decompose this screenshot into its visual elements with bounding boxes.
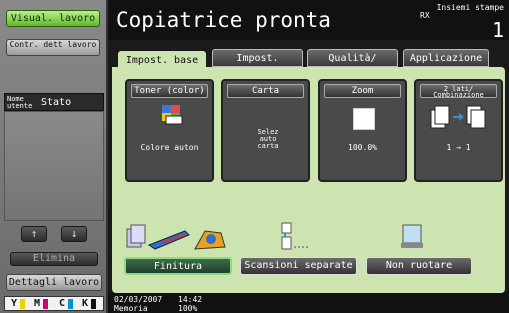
toner-m-label: M [34, 298, 41, 309]
card-title: Toner (color) [131, 84, 208, 98]
card-value: Selez auto carta [257, 128, 279, 150]
status-footer: 02/03/2007 14:42 Memoria 100% [108, 293, 509, 313]
dettagli-lavoro-button[interactable]: Dettagli lavoro [6, 274, 102, 291]
left-panel: Visual. lavoro Contr. dett lavoro Nome u… [0, 0, 108, 313]
finitura-button[interactable]: Finitura [124, 257, 232, 275]
job-list-header: Nome utente Stato [4, 93, 104, 111]
carta-card[interactable]: Carta Selez auto carta [221, 79, 310, 182]
tab-impost-standard[interactable]: Impost. Standard [212, 49, 303, 82]
controllo-dettagli-lavoro-button[interactable]: Contr. dett lavoro [6, 39, 100, 56]
card-title: 2 lati/ Combinazione [420, 84, 497, 99]
card-value: 1 → 1 [446, 143, 471, 152]
toner-m-gauge [43, 299, 48, 309]
card-value: Colore auton [140, 143, 199, 152]
no-rotate-icon [401, 224, 423, 248]
duplex-combination-card[interactable]: 2 lati/ Combinazione 1 → 1 [414, 79, 503, 182]
date-label: 02/03/2007 [114, 295, 163, 304]
toner-k-gauge [91, 299, 96, 309]
color-print-icon [162, 105, 183, 125]
toner-c-gauge [68, 299, 73, 309]
nome-utente-column: Nome utente [7, 95, 33, 110]
toner-level-bar: Y M C K [4, 296, 104, 311]
toner-y-gauge [20, 299, 25, 309]
scroll-up-button[interactable]: ↑ [21, 226, 47, 242]
arrow-down-icon: ↓ [70, 227, 78, 240]
non-ruotare-button[interactable]: Non ruotare [366, 257, 472, 275]
scansioni-separate-button[interactable]: Scansioni separate [240, 257, 357, 275]
memory-value: 100% [178, 304, 198, 313]
toner-color-card[interactable]: Toner (color) Colore auton [125, 79, 214, 182]
card-value: 100.0% [348, 143, 377, 152]
zoom-card[interactable]: Zoom 100.0% [318, 79, 407, 182]
job-list-area [4, 111, 104, 221]
toner-y-label: Y [11, 298, 18, 309]
memoria-label: Memoria [114, 304, 148, 313]
tab-applicazione[interactable]: Applicazione [403, 49, 489, 67]
time-label: 14:42 [178, 295, 203, 304]
scroll-down-button[interactable]: ↓ [61, 226, 87, 242]
tab-impost-base[interactable]: Impost. base [118, 51, 206, 68]
duplex-icon [430, 105, 486, 129]
copy-counter: 1 [491, 18, 504, 42]
tab-qualita-densita[interactable]: Qualità/ Densità [307, 49, 398, 82]
toner-k-label: K [82, 298, 89, 309]
stato-column: Stato [41, 97, 72, 108]
card-title: Carta [227, 84, 304, 98]
arrow-up-icon: ↑ [30, 227, 38, 240]
page-icon [353, 108, 375, 130]
toner-c-label: C [59, 298, 66, 309]
separate-scan-icon [281, 222, 310, 250]
insiemi-stampe-label: Insiemi stampe [436, 3, 504, 12]
finishing-stapler-icon [126, 224, 226, 250]
page-title: Copiatrice pronta [116, 8, 331, 32]
visual-lavoro-button[interactable]: Visual. lavoro [6, 10, 100, 27]
elimina-button[interactable]: Elimina [10, 252, 98, 266]
card-title: Zoom [324, 84, 401, 98]
